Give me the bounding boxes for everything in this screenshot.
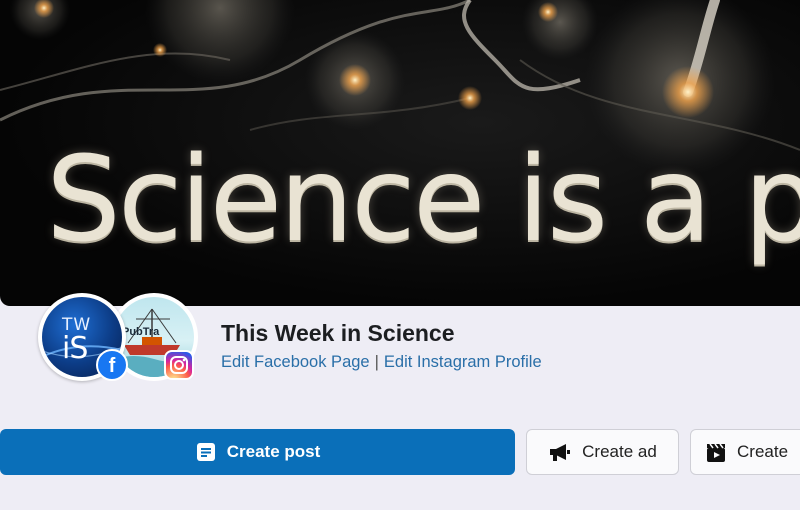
facebook-icon: f [96,349,128,381]
create-reel-button[interactable]: Create [690,429,800,475]
edit-links: Edit Facebook Page | Edit Instagram Profil… [221,353,542,372]
cover-photo[interactable]: Science is a pub [0,0,800,306]
edit-instagram-profile-link[interactable]: Edit Instagram Profile [384,353,542,371]
megaphone-icon [550,444,571,461]
post-icon [196,443,215,461]
create-post-button[interactable]: Create post [0,429,515,475]
link-separator: | [374,353,379,371]
create-post-label: Create post [226,442,321,461]
create-ad-label: Create ad [582,442,657,461]
page-title: This Week in Science [221,320,455,346]
create-ad-button[interactable]: Create ad [526,429,679,475]
instagram-icon [164,350,194,380]
pub-avatar-text: PubTra [122,326,160,338]
avatar-text-is: iS [62,331,88,366]
clapperboard-icon [707,443,725,462]
edit-facebook-page-link[interactable]: Edit Facebook Page [221,353,370,371]
create-reel-label: Create [737,442,789,461]
cover-headline: Science is a pub [46,130,800,268]
